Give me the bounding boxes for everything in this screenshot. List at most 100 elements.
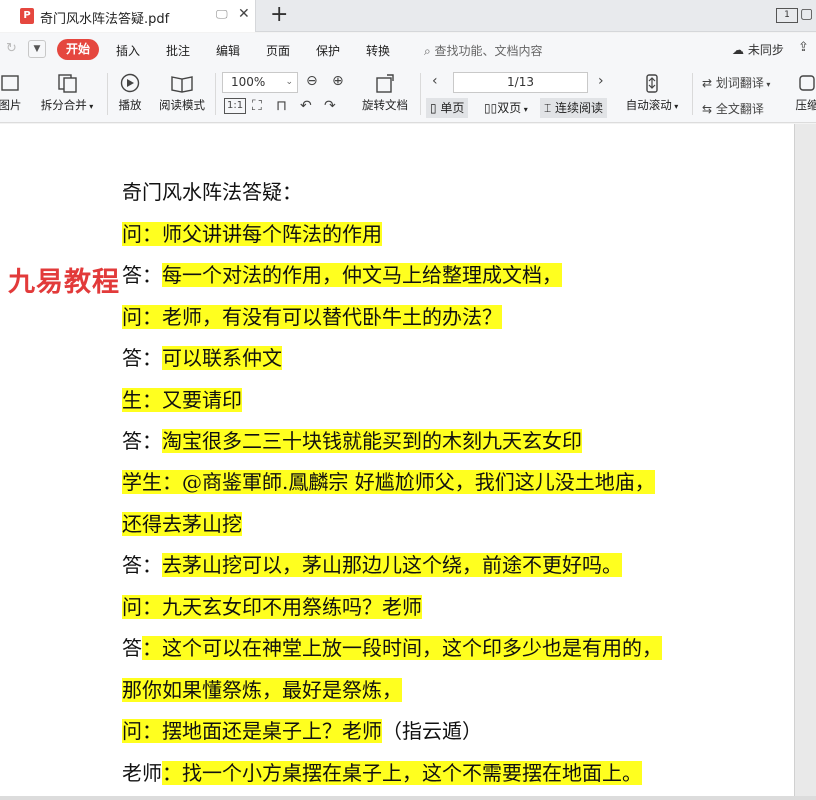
share-icon[interactable]: ⇪ — [798, 40, 809, 55]
word-translate-button[interactable]: ⇄ 划词翻译 ▾ — [702, 74, 770, 91]
rotate-document-tool[interactable]: 旋转文档 — [358, 73, 412, 113]
redo-icon[interactable]: ↻ — [6, 41, 17, 56]
horizontal-scrollbar[interactable] — [0, 796, 816, 800]
menu-convert[interactable]: 转换 — [366, 42, 390, 59]
next-page-icon[interactable]: › — [598, 73, 604, 89]
play-icon — [120, 73, 140, 93]
rotate-document-label: 旋转文档 — [362, 98, 408, 112]
highlighted-text: 生：又要请印 — [122, 388, 242, 412]
split-merge-tool[interactable]: 拆分合并 ▾ — [38, 73, 96, 113]
menu-page[interactable]: 页面 — [266, 42, 290, 59]
line-prefix: 答： — [122, 429, 162, 453]
toolbar-divider — [215, 73, 216, 115]
menu-insert[interactable]: 插入 — [116, 42, 140, 59]
line-prefix: 老师 — [122, 761, 162, 785]
cloud-icon: ☁ — [732, 43, 748, 57]
prev-page-icon[interactable]: ‹ — [432, 73, 438, 89]
highlighted-text: 那你如果懂祭炼，最好是祭炼， — [122, 678, 402, 702]
menu-edit[interactable]: 编辑 — [216, 42, 240, 59]
zoom-in-icon[interactable]: ⊕ — [332, 73, 344, 89]
document-line: 学生：@商鉴軍師.鳳麟宗 好尴尬师父，我们这儿没土地庙， — [122, 469, 655, 496]
read-mode-tool[interactable]: 阅读模式 — [156, 73, 208, 113]
line-prefix: 答： — [122, 553, 162, 577]
screen-icon[interactable]: 🖵 — [216, 7, 228, 22]
full-translate-icon: ⇆ — [702, 102, 716, 116]
compress-icon — [799, 75, 815, 91]
new-tab-button[interactable]: + — [270, 2, 288, 27]
zoom-out-icon[interactable]: ⊖ — [306, 73, 318, 89]
sync-status[interactable]: ☁ 未同步 — [732, 41, 784, 58]
highlighted-text: 问：摆地面还是桌子上？老师 — [122, 719, 382, 743]
tab-bar: P 奇门风水阵法答疑.pdf 🖵 ✕ + 1 ▢ — [0, 0, 816, 32]
document-line: 答：淘宝很多二三十块钱就能买到的木刻九天玄女印 — [122, 428, 582, 455]
double-page-button[interactable]: ▯▯双页 ▾ — [480, 98, 532, 118]
toolbar-divider — [107, 73, 108, 115]
document-line: 答：每一个对法的作用，仲文马上给整理成文档， — [122, 262, 562, 289]
ribbon-toolbar: 图片 拆分合并 ▾ 播放 阅读模式 100% ⌄ ⊖ ⊕ 1:1 ⛶ ⊓ ↶ ↷ … — [0, 65, 816, 123]
highlighted-text: 问：九天玄女印不用祭练吗？老师 — [122, 595, 422, 619]
close-icon[interactable]: ✕ — [238, 6, 250, 22]
document-line: 问：老师，有没有可以替代卧牛土的办法？ — [122, 304, 502, 331]
compress-tool[interactable]: 压缩 — [792, 73, 816, 113]
window-layout-icon[interactable]: 1 — [776, 8, 798, 23]
quick-access-dropdown[interactable]: ▼ — [28, 40, 46, 58]
continuous-read-icon: ⌶ — [544, 101, 556, 115]
single-page-icon: ▯ — [430, 101, 441, 115]
rotate-document-icon — [376, 74, 394, 93]
continuous-read-button[interactable]: ⌶ 连续阅读 — [540, 98, 608, 118]
highlighted-text: 问：师父讲讲每个阵法的作用 — [122, 222, 382, 246]
document-line: 奇门风水阵法答疑： — [122, 179, 302, 206]
toolbar-divider — [692, 73, 693, 115]
document-line: 那你如果懂祭炼，最好是祭炼， — [122, 677, 402, 704]
actual-size-icon[interactable]: 1:1 — [224, 98, 247, 114]
translate-icon: ⇄ — [702, 76, 716, 90]
document-line: 问：师父讲讲每个阵法的作用 — [122, 221, 382, 248]
line-prefix: 答： — [122, 263, 162, 287]
double-page-label: 双页 — [497, 101, 522, 115]
rotate-left-icon[interactable]: ↶ — [300, 98, 312, 114]
toolbar-divider — [420, 73, 421, 115]
auto-scroll-tool[interactable]: 自动滚动 ▾ — [622, 73, 682, 113]
document-line: 生：又要请印 — [122, 387, 242, 414]
fit-page-icon[interactable]: ⛶ — [252, 98, 262, 114]
chevron-down-icon: ▾ — [671, 102, 679, 111]
split-merge-label: 拆分合并 — [40, 98, 87, 112]
single-page-button[interactable]: ▯ 单页 — [426, 98, 469, 118]
pdf-icon: P — [20, 8, 34, 24]
highlighted-text: 学生：@商鉴軍師.鳳麟宗 好尴尬师父，我们这儿没土地庙， — [122, 470, 655, 494]
full-translate-label: 全文翻译 — [715, 102, 764, 116]
menu-protect[interactable]: 保护 — [316, 42, 340, 59]
rotate-right-icon[interactable]: ↷ — [324, 98, 336, 114]
play-tool[interactable]: 播放 — [114, 73, 146, 113]
search-field[interactable]: ⌕ 查找功能、文档内容 — [424, 42, 543, 59]
single-page-label: 单页 — [440, 101, 465, 115]
line-prefix: 答： — [122, 346, 162, 370]
highlighted-text: 问：老师，有没有可以替代卧牛土的办法？ — [122, 305, 502, 329]
fit-width-icon[interactable]: ⊓ — [276, 98, 287, 114]
line-suffix: （指云遁） — [382, 719, 482, 743]
document-viewport[interactable]: 奇门风水阵法答疑： 问：师父讲讲每个阵法的作用 答：每一个对法的作用，仲文马上给整理… — [0, 124, 816, 800]
image-label: 图片 — [0, 98, 22, 112]
zoom-select[interactable]: 100% ⌄ — [222, 72, 298, 93]
document-line: 答：这个可以在神堂上放一段时间，这个印多少也是有用的， — [122, 635, 662, 662]
zoom-value: 100% — [231, 75, 266, 89]
menu-annotate[interactable]: 批注 — [166, 42, 190, 59]
book-icon — [171, 76, 193, 93]
page-number-input[interactable]: 1/13 — [453, 72, 588, 93]
window-icon[interactable]: ▢ — [800, 6, 813, 22]
sync-label: 未同步 — [747, 43, 784, 57]
chevron-down-icon: ▾ — [86, 102, 94, 111]
highlighted-text: 淘宝很多二三十块钱就能买到的木刻九天玄女印 — [162, 429, 582, 453]
line-prefix: 答 — [122, 636, 142, 660]
auto-scroll-label: 自动滚动 — [625, 98, 672, 112]
image-tool[interactable]: 图片 — [0, 73, 24, 113]
watermark-logo: 九易教程 — [8, 267, 120, 298]
search-placeholder: 查找功能、文档内容 — [434, 44, 543, 58]
document-line: 问：摆地面还是桌子上？老师（指云遁） — [122, 718, 482, 745]
full-translate-button[interactable]: ⇆ 全文翻译 — [702, 100, 764, 117]
highlighted-text: 每一个对法的作用，仲文马上给整理成文档， — [162, 263, 562, 287]
continuous-read-label: 连续阅读 — [555, 101, 604, 115]
read-mode-label: 阅读模式 — [159, 98, 205, 112]
menu-start[interactable]: 开始 — [57, 39, 99, 60]
document-tab[interactable]: P 奇门风水阵法答疑.pdf 🖵 ✕ — [0, 0, 256, 32]
